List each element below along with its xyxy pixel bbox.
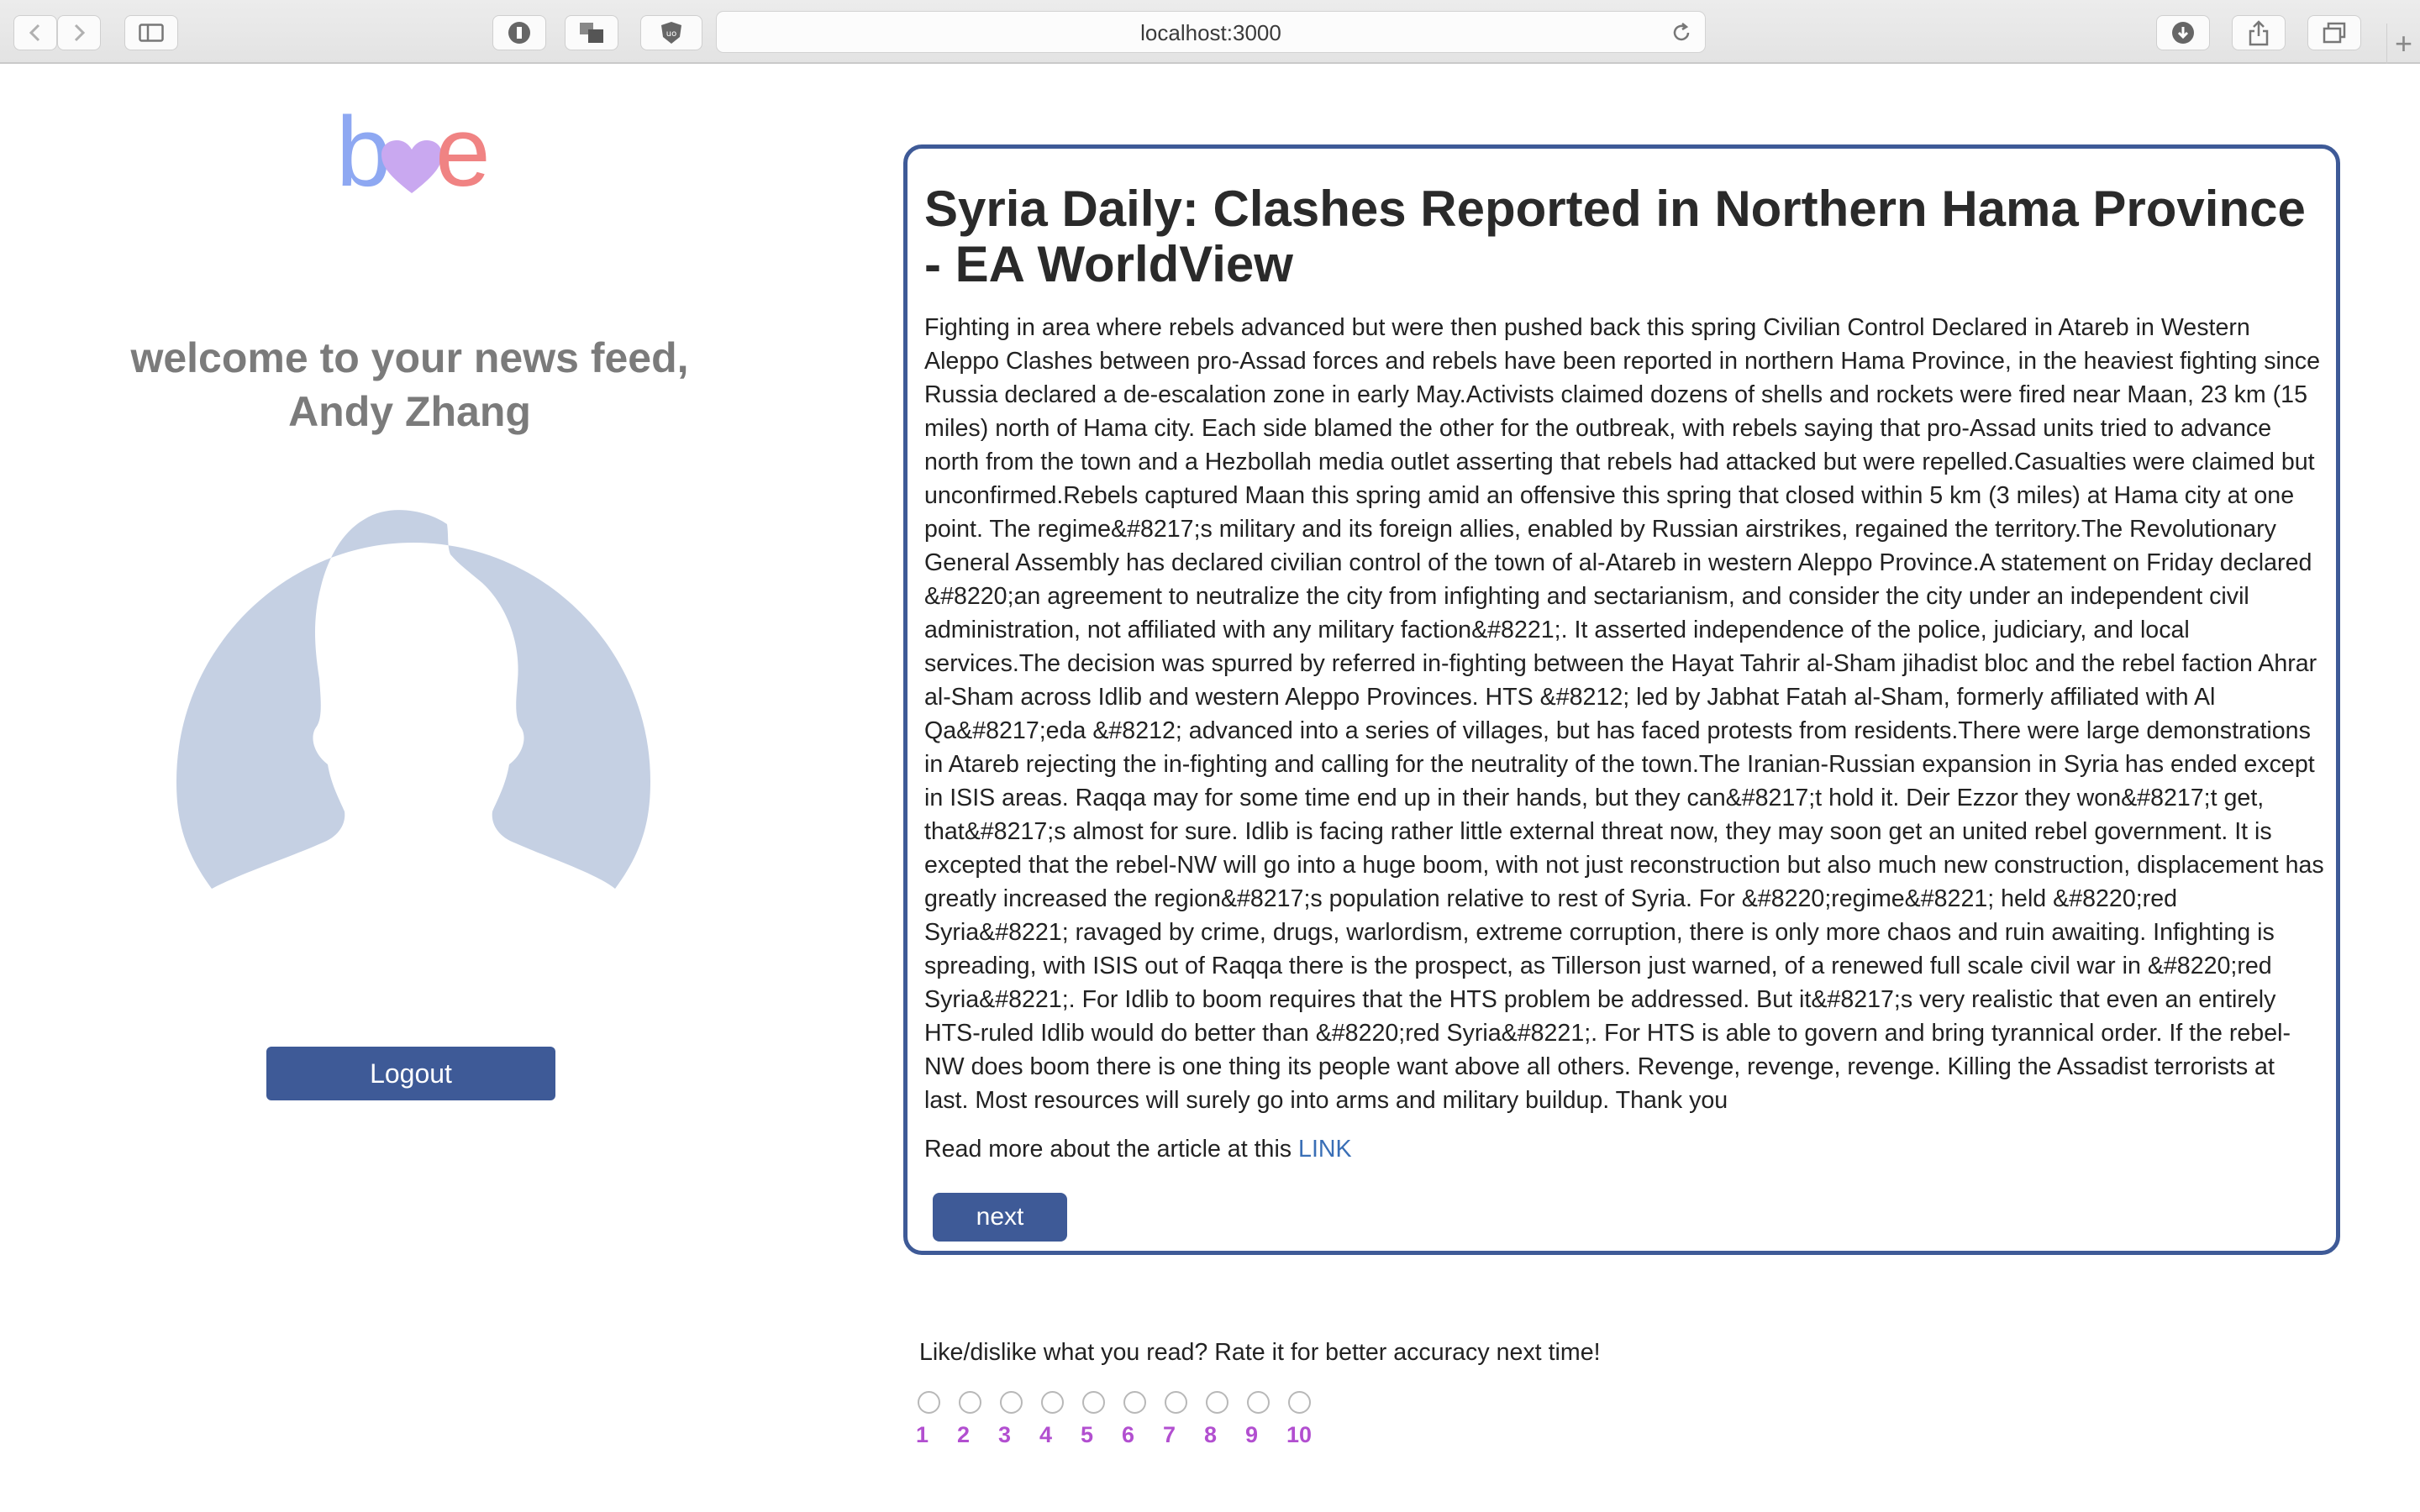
url-text: localhost:3000 (1140, 20, 1281, 45)
rating-label: 10 (1286, 1422, 1313, 1447)
rating-radio[interactable] (1041, 1391, 1064, 1414)
read-more-line: Read more about the article at this LINK (924, 1132, 2017, 1166)
avatar-silhouette-icon (176, 510, 650, 889)
rating-radio[interactable] (1082, 1391, 1105, 1414)
sidebar-icon (139, 24, 164, 42)
chevron-left-icon (29, 24, 40, 42)
layers-icon (580, 23, 603, 43)
rating-label: 1 (916, 1422, 929, 1447)
welcome-heading: welcome to your news feed, Andy Zhang (101, 331, 718, 438)
rating-label: 9 (1245, 1422, 1259, 1447)
rating-label: 8 (1204, 1422, 1218, 1447)
rating-option-8[interactable]: 8 (1204, 1389, 1238, 1452)
rating-radio[interactable] (918, 1391, 940, 1414)
forward-button[interactable] (57, 15, 101, 50)
read-more-text: Read more about the article at this (924, 1136, 1292, 1163)
article-title: Syria Daily: Clashes Reported in Norther… (924, 181, 2306, 292)
rating-label: 2 (957, 1422, 971, 1447)
rating-scale: 1 2 3 4 5 6 7 8 9 10 (916, 1389, 1353, 1452)
svg-text:uo: uo (666, 29, 676, 39)
downloads-button[interactable] (2156, 15, 2210, 50)
heart-icon (381, 140, 442, 193)
reload-icon[interactable] (1670, 21, 1693, 45)
rating-option-1[interactable]: 1 (916, 1389, 950, 1452)
rating-option-5[interactable]: 5 (1081, 1389, 1114, 1452)
logout-button[interactable]: Logout (266, 1047, 555, 1100)
back-button[interactable] (13, 15, 57, 50)
next-button[interactable]: next (933, 1193, 1067, 1242)
rating-label: 5 (1081, 1422, 1094, 1447)
download-icon (2172, 22, 2194, 44)
rating-label: 4 (1039, 1422, 1053, 1447)
article-body: Fighting in area where rebels advanced b… (924, 314, 2324, 1114)
welcome-line: welcome to your news feed, (130, 334, 689, 381)
rating-option-6[interactable]: 6 (1122, 1389, 1155, 1452)
browser-toolbar: uo 3 localhost:3000 + (0, 0, 2420, 64)
ublock-extension-button[interactable]: uo 3 (640, 15, 1350, 51)
rating-prompt: Like/dislike what you read? Rate it for … (919, 1339, 1601, 1366)
rating-option-2[interactable]: 2 (957, 1389, 991, 1452)
address-bar[interactable]: localhost:3000 (716, 11, 1706, 53)
extension-button-1[interactable] (492, 15, 546, 50)
rating-option-7[interactable]: 7 (1163, 1389, 1197, 1452)
logo-letter-e: e (435, 97, 491, 207)
rating-radio[interactable] (1123, 1391, 1146, 1414)
rating-radio[interactable] (1165, 1391, 1187, 1414)
shield-icon: uo (661, 22, 681, 44)
rating-label: 6 (1122, 1422, 1135, 1447)
rating-label: 3 (998, 1422, 1012, 1447)
chevron-right-icon (74, 24, 86, 42)
tabs-icon (2323, 22, 2346, 44)
avatar (176, 510, 650, 889)
instapaper-icon (508, 22, 530, 44)
share-button[interactable] (2232, 15, 2286, 50)
rating-radio[interactable] (1000, 1391, 1023, 1414)
tab-overview-button[interactable] (2307, 15, 2361, 50)
new-tab-button[interactable]: + (2386, 24, 2420, 64)
share-icon (2249, 20, 2269, 46)
rating-radio[interactable] (959, 1391, 981, 1414)
article-link[interactable]: LINK (1298, 1136, 1352, 1163)
rating-radio[interactable] (1247, 1391, 1270, 1414)
sidebar-toggle-button[interactable] (124, 15, 178, 50)
rating-label: 7 (1163, 1422, 1176, 1447)
rating-option-10[interactable]: 10 (1286, 1389, 1320, 1452)
rating-option-9[interactable]: 9 (1245, 1389, 1279, 1452)
rating-option-3[interactable]: 3 (998, 1389, 1032, 1452)
rating-radio[interactable] (1288, 1391, 1311, 1414)
user-name: Andy Zhang (288, 388, 531, 435)
rating-option-4[interactable]: 4 (1039, 1389, 1073, 1452)
extension-button-2[interactable] (565, 15, 618, 50)
app-logo: b e (336, 102, 491, 202)
rating-radio[interactable] (1206, 1391, 1228, 1414)
